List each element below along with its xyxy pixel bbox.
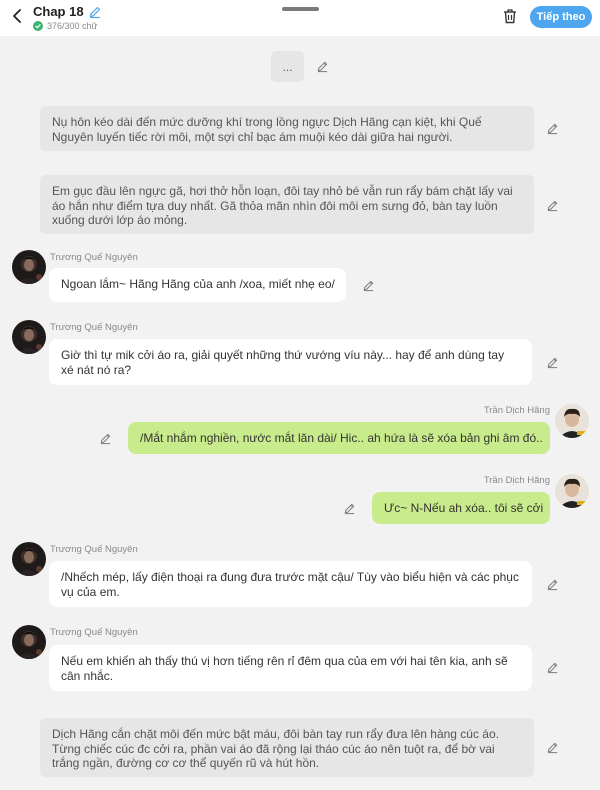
avatar[interactable] [12, 542, 46, 576]
chapter-title: Chap 18 [33, 4, 84, 19]
edit-pencil-icon[interactable] [546, 356, 559, 369]
speaker-name: Trần Dịch Hãng [483, 475, 550, 486]
edit-pencil-icon[interactable] [316, 60, 329, 73]
speaker-name: Trương Quế Nguyên [50, 252, 138, 263]
chat-bubble-left[interactable]: Nếu em khiến ah thấy thú vị hơn tiếng rê… [49, 645, 532, 691]
avatar[interactable] [12, 320, 46, 354]
chat-bubble-left[interactable]: Giờ thì tự mik cởi áo ra, giải quyết nhữ… [49, 339, 532, 385]
speaker-name: Trương Quế Nguyên [50, 322, 138, 333]
chapter-title-block: Chap 18 376/300 chữ [33, 4, 102, 31]
edit-title-pencil-icon[interactable] [88, 5, 102, 19]
narration-message[interactable]: Em gục đầu lên ngực gã, hơi thở hỗn loạn… [40, 175, 534, 234]
check-circle-icon [33, 21, 43, 31]
next-button[interactable]: Tiếp theo [530, 6, 592, 28]
narration-message[interactable]: Dịch Hãng cắn chặt môi đến mức bật máu, … [40, 718, 534, 777]
speaker-name: Trương Quế Nguyên [50, 627, 138, 638]
narration-message[interactable]: Nụ hôn kéo dài đến mức dưỡng khí trong l… [40, 106, 534, 151]
edit-pencil-icon[interactable] [546, 661, 559, 674]
avatar[interactable] [555, 474, 589, 508]
edit-pencil-icon[interactable] [546, 578, 559, 591]
chat-bubble-left[interactable]: Ngoan lắm~ Hãng Hãng của anh /xoa, miết … [49, 268, 346, 302]
chat-bubble-right[interactable]: /Mắt nhắm nghiền, nước mắt lăn dài/ Hic.… [128, 422, 550, 454]
speaker-name: Trương Quế Nguyên [50, 544, 138, 555]
chat-bubble-right[interactable]: Ưc~ N-Nếu ah xóa.. tôi sẽ cởi [372, 492, 550, 524]
trash-icon[interactable] [501, 7, 519, 25]
edit-pencil-icon[interactable] [99, 432, 112, 445]
edit-pencil-icon[interactable] [343, 502, 356, 515]
word-count: 376/300 chữ [47, 21, 98, 31]
chat-bubble-left[interactable]: /Nhếch mép, lấy điện thoại ra đung đưa t… [49, 561, 532, 607]
drag-handle[interactable] [282, 7, 319, 11]
edit-pencil-icon[interactable] [546, 741, 559, 754]
speaker-name: Trần Dịch Hãng [483, 405, 550, 416]
avatar[interactable] [555, 404, 589, 438]
avatar[interactable] [12, 625, 46, 659]
edit-pencil-icon[interactable] [546, 122, 559, 135]
back-chevron-icon[interactable] [8, 6, 28, 26]
edit-pencil-icon[interactable] [546, 199, 559, 212]
placeholder-message[interactable]: ... [271, 51, 304, 82]
avatar[interactable] [12, 250, 46, 284]
edit-pencil-icon[interactable] [362, 279, 375, 292]
top-bar: Chap 18 376/300 chữ Tiếp theo [0, 0, 600, 36]
